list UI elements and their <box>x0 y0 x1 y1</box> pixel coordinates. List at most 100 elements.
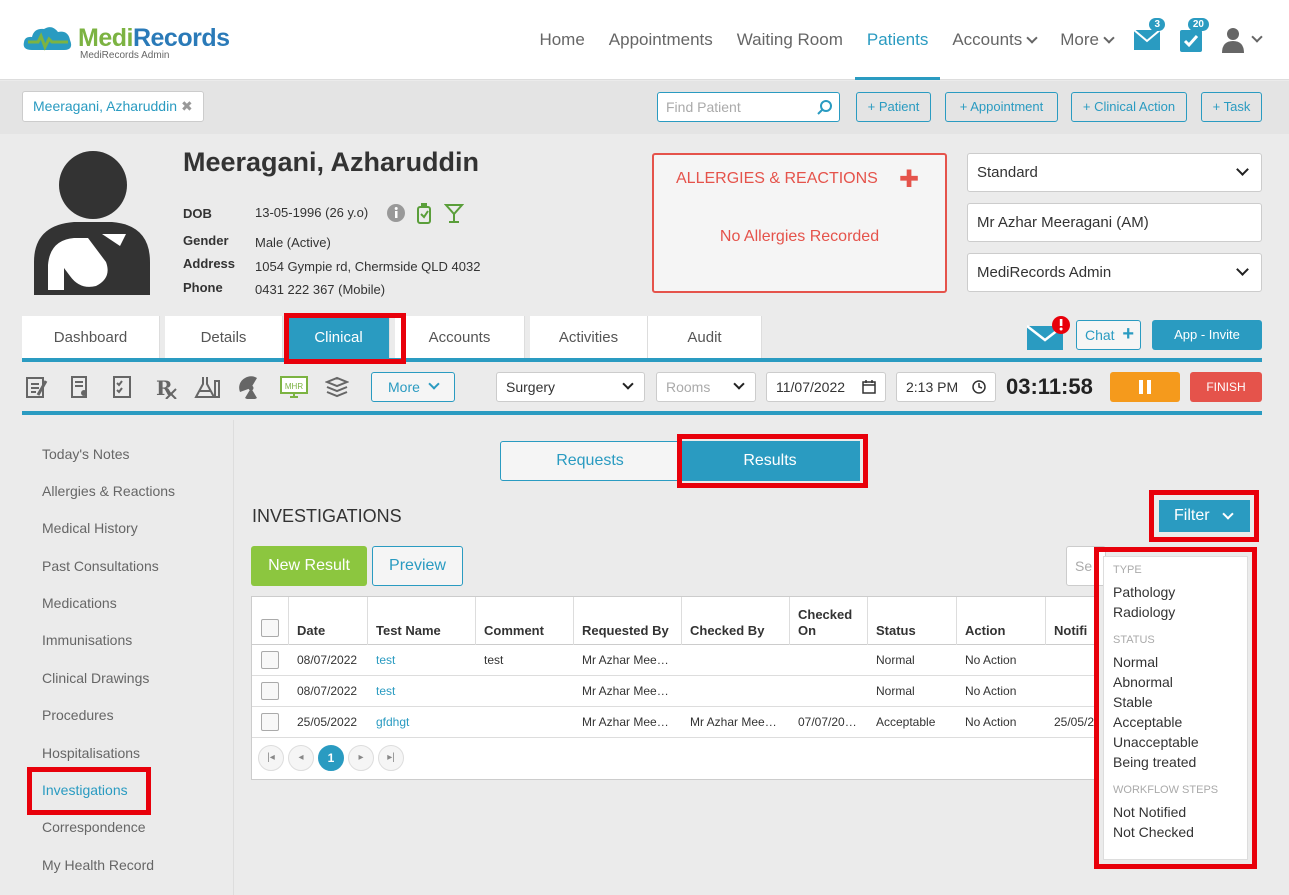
sidebar-item-correspondence[interactable]: Correspondence <box>42 819 146 835</box>
search-icon[interactable] <box>817 99 833 115</box>
pause-button[interactable] <box>1110 372 1180 402</box>
nav-home[interactable]: Home <box>527 0 596 80</box>
prev-page-icon[interactable]: ◂ <box>288 745 314 771</box>
col-checked-by[interactable]: Checked By <box>682 597 790 645</box>
filter-option-normal[interactable]: Normal <box>1113 654 1158 670</box>
rooms-select[interactable]: Rooms <box>656 372 756 402</box>
results-search-input[interactable]: Se <box>1066 546 1106 586</box>
page-number[interactable]: 1 <box>318 745 344 771</box>
location-select[interactable]: Surgery <box>496 372 645 402</box>
filter-option-acceptable[interactable]: Acceptable <box>1113 714 1182 730</box>
col-status[interactable]: Status <box>868 597 957 645</box>
open-patient-tab[interactable]: Meeragani, Azharuddin ✖ <box>22 91 204 122</box>
user-menu-button[interactable] <box>1213 0 1269 80</box>
cell-test-name[interactable]: test <box>368 645 476 676</box>
col-date[interactable]: Date <box>289 597 368 645</box>
sidebar-item-hospitalisations[interactable]: Hospitalisations <box>42 745 140 761</box>
table-row[interactable]: 08/07/2022 test test Mr Azhar Mee… Norma… <box>252 645 1095 676</box>
col-requested-by[interactable]: Requested By <box>574 597 682 645</box>
sidebar-item-past-consultations[interactable]: Past Consultations <box>42 558 159 574</box>
radiology-icon[interactable] <box>239 375 263 399</box>
smoking-status-icon[interactable] <box>416 202 432 224</box>
clock-icon[interactable] <box>972 380 986 394</box>
requests-tab[interactable]: Requests <box>500 441 680 481</box>
nav-accounts[interactable]: Accounts <box>940 0 1048 80</box>
sidebar-item-my-health-record[interactable]: My Health Record <box>42 857 154 873</box>
tasks-button[interactable]: 20 <box>1169 0 1213 80</box>
add-patient-button[interactable]: + Patient <box>856 92 931 122</box>
filter-option-being-treated[interactable]: Being treated <box>1113 754 1196 770</box>
cell-test-name[interactable]: test <box>368 676 476 707</box>
tab-audit[interactable]: Audit <box>648 316 762 360</box>
pathology-flask-icon[interactable] <box>194 375 222 399</box>
sidebar-item-investigations[interactable]: Investigations <box>42 782 128 798</box>
calendar-icon[interactable] <box>862 380 876 394</box>
cell-test-name[interactable]: gfdhgt <box>368 707 476 738</box>
date-input[interactable]: 11/07/2022 <box>766 372 886 402</box>
filter-option-abnormal[interactable]: Abnormal <box>1113 674 1173 690</box>
education-icon[interactable] <box>325 375 349 399</box>
table-row[interactable]: 25/05/2022 gfdhgt Mr Azhar Mee… Mr Azhar… <box>252 707 1095 738</box>
sidebar-item-medical-history[interactable]: Medical History <box>42 520 138 536</box>
sidebar-item-allergies[interactable]: Allergies & Reactions <box>42 483 175 499</box>
filter-option-radiology[interactable]: Radiology <box>1113 604 1175 620</box>
col-comment[interactable]: Comment <box>476 597 574 645</box>
next-page-icon[interactable]: ▸ <box>348 745 374 771</box>
col-checked-on[interactable]: Checked On <box>790 597 868 645</box>
row-checkbox[interactable] <box>261 651 279 669</box>
filter-option-stable[interactable]: Stable <box>1113 694 1153 710</box>
practice-select[interactable]: MediRecords Admin <box>967 253 1262 292</box>
filter-option-unacceptable[interactable]: Unacceptable <box>1113 734 1199 750</box>
nav-appointments[interactable]: Appointments <box>597 0 725 80</box>
select-all-checkbox[interactable] <box>261 619 279 637</box>
notes-icon[interactable] <box>24 375 48 399</box>
checklist-icon[interactable] <box>110 375 134 399</box>
tab-details[interactable]: Details <box>165 316 283 360</box>
results-tab[interactable]: Results <box>680 441 860 481</box>
billing-type-select[interactable]: Standard <box>967 153 1262 192</box>
add-appointment-button[interactable]: + Appointment <box>945 92 1058 122</box>
row-checkbox[interactable] <box>261 682 279 700</box>
tab-dashboard[interactable]: Dashboard <box>22 316 160 360</box>
col-test-name[interactable]: Test Name <box>368 597 476 645</box>
col-notified[interactable]: Notifi <box>1046 597 1095 645</box>
add-task-button[interactable]: + Task <box>1201 92 1262 122</box>
document-icon[interactable] <box>68 375 92 399</box>
app-invite-button[interactable]: App - Invite <box>1152 320 1262 350</box>
alcohol-status-icon[interactable] <box>444 202 464 224</box>
nav-waiting-room[interactable]: Waiting Room <box>725 0 855 80</box>
add-allergy-icon[interactable]: ✚ <box>899 165 919 194</box>
new-result-button[interactable]: New Result <box>251 546 367 586</box>
chat-button[interactable]: Chat + <box>1076 320 1141 350</box>
sidebar-item-procedures[interactable]: Procedures <box>42 707 114 723</box>
filter-option-pathology[interactable]: Pathology <box>1113 584 1175 600</box>
info-icon[interactable] <box>386 203 406 223</box>
sidebar-item-clinical-drawings[interactable]: Clinical Drawings <box>42 670 149 686</box>
add-clinical-action-button[interactable]: + Clinical Action <box>1071 92 1187 122</box>
tab-accounts[interactable]: Accounts <box>395 316 525 360</box>
col-action[interactable]: Action <box>957 597 1046 645</box>
nav-more[interactable]: More <box>1048 0 1125 80</box>
practitioner-field[interactable]: Mr Azhar Meeragani (AM) <box>967 203 1262 242</box>
filter-option-not-notified[interactable]: Not Notified <box>1113 804 1186 820</box>
time-input[interactable]: 2:13 PM <box>896 372 996 402</box>
filter-button[interactable]: Filter <box>1159 500 1250 532</box>
finish-button[interactable]: FINISH <box>1190 372 1262 402</box>
mhr-icon[interactable]: MHR <box>280 375 308 399</box>
find-patient-input[interactable]: Find Patient <box>657 92 840 122</box>
tab-activities[interactable]: Activities <box>530 316 648 360</box>
sidebar-item-todays-notes[interactable]: Today's Notes <box>42 446 130 462</box>
close-icon[interactable]: ✖ <box>181 98 193 114</box>
row-checkbox[interactable] <box>261 713 279 731</box>
preview-button[interactable]: Preview <box>372 546 463 586</box>
sidebar-item-immunisations[interactable]: Immunisations <box>42 632 132 648</box>
toolbar-more-button[interactable]: More <box>371 372 455 402</box>
sidebar-item-medications[interactable]: Medications <box>42 595 117 611</box>
tab-clinical[interactable]: Clinical <box>288 316 390 360</box>
patient-message-icon[interactable] <box>1027 316 1073 352</box>
nav-patients[interactable]: Patients <box>854 0 941 80</box>
table-row[interactable]: 08/07/2022 test Mr Azhar Mee… Normal No … <box>252 676 1095 707</box>
first-page-icon[interactable]: |◂ <box>258 745 284 771</box>
prescription-icon[interactable]: R <box>154 375 178 399</box>
filter-option-not-checked[interactable]: Not Checked <box>1113 824 1194 840</box>
